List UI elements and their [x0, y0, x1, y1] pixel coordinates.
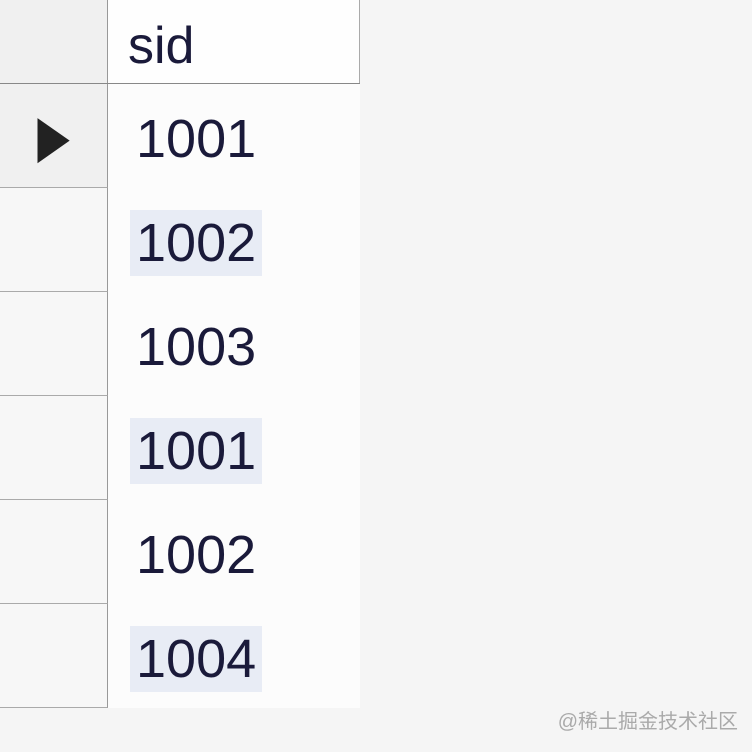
table-row[interactable]: 1002 — [0, 188, 360, 292]
cell-value: 1003 — [130, 314, 262, 380]
cell-value: 1002 — [130, 210, 262, 276]
column-header-sid[interactable]: sid — [108, 0, 360, 83]
data-grid[interactable]: sid ▶ 1001 1002 1003 1001 1002 1004 — [0, 0, 360, 708]
table-row[interactable]: 1003 — [0, 292, 360, 396]
cell-value: 1001 — [130, 106, 262, 172]
cell-value: 1001 — [130, 418, 262, 484]
table-row[interactable]: 1002 — [0, 500, 360, 604]
cell-value: 1004 — [130, 626, 262, 692]
data-cell[interactable]: 1002 — [108, 188, 360, 292]
data-cell[interactable]: 1003 — [108, 292, 360, 396]
row-selector[interactable] — [0, 396, 108, 500]
cell-value: 1002 — [130, 522, 262, 588]
table-row[interactable]: ▶ 1001 — [0, 84, 360, 188]
row-selector[interactable]: ▶ — [0, 84, 108, 188]
grid-header-row: sid — [0, 0, 360, 84]
data-cell[interactable]: 1004 — [108, 604, 360, 708]
watermark-text: @稀土掘金技术社区 — [558, 705, 738, 734]
data-cell[interactable]: 1002 — [108, 500, 360, 604]
row-selector[interactable] — [0, 500, 108, 604]
data-cell[interactable]: 1001 — [108, 84, 360, 188]
row-selector[interactable] — [0, 188, 108, 292]
current-row-arrow-icon: ▶ — [37, 101, 69, 170]
row-selector[interactable] — [0, 604, 108, 708]
data-cell[interactable]: 1001 — [108, 396, 360, 500]
row-selector-header[interactable] — [0, 0, 108, 83]
row-selector[interactable] — [0, 292, 108, 396]
table-row[interactable]: 1004 — [0, 604, 360, 708]
table-row[interactable]: 1001 — [0, 396, 360, 500]
